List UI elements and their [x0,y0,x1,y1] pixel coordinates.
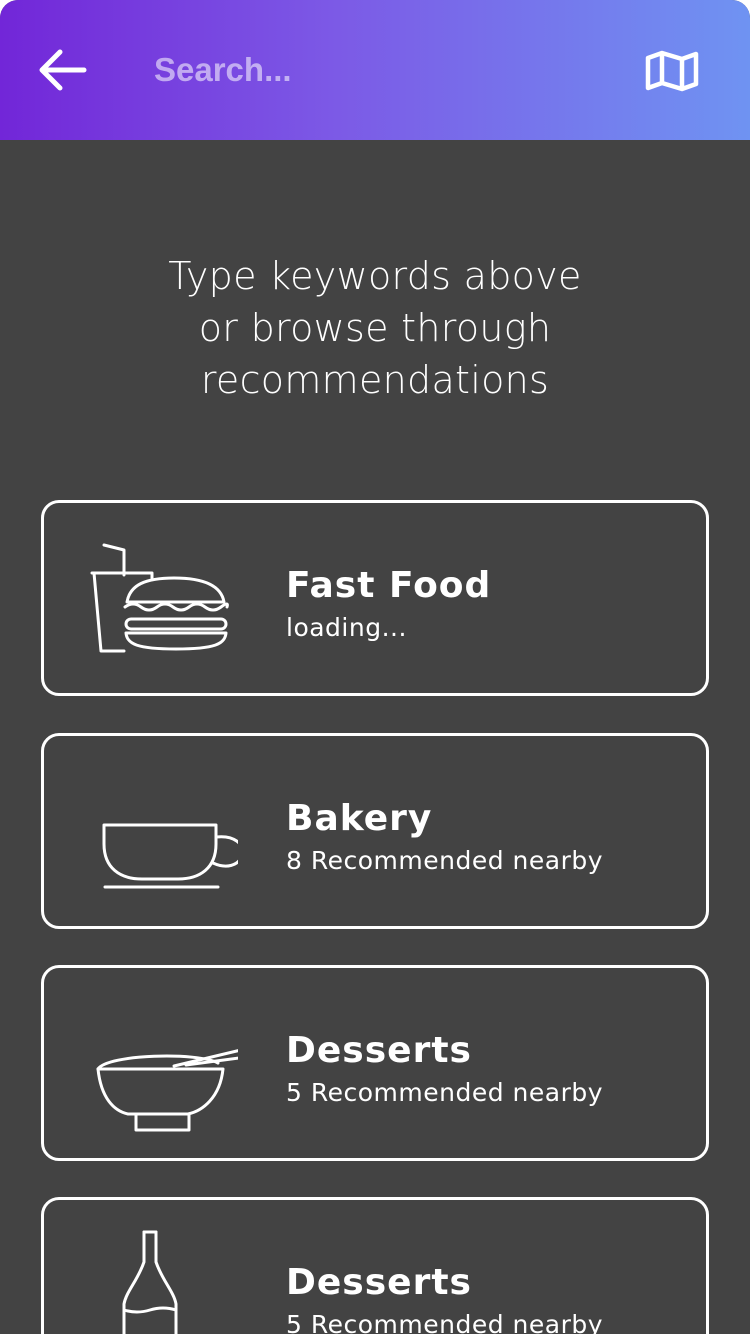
category-subtitle: loading... [286,613,407,642]
category-title: Desserts [286,1262,472,1303]
search-input[interactable] [154,44,594,96]
category-card-desserts-2[interactable]: Desserts 5 Recommended nearby [41,1197,709,1334]
search-header [0,0,750,140]
browse-prompt: Type keywords above or browse through re… [0,250,750,406]
map-icon [645,50,699,92]
coffee-cup-icon [102,823,238,889]
category-card-bakery[interactable]: Bakery 8 Recommended nearby [41,733,709,929]
category-subtitle: 8 Recommended nearby [286,846,604,875]
prompt-line: recommendations [200,358,550,402]
bottle-icon [122,1230,178,1334]
category-subtitle: 5 Recommended nearby [286,1310,604,1334]
prompt-line: or browse through [198,306,552,350]
search-screen: Type keywords above or browse through re… [0,0,750,1334]
arrow-left-icon [39,49,87,91]
category-card-desserts[interactable]: Desserts 5 Recommended nearby [41,965,709,1161]
category-title: Fast Food [286,565,492,606]
prompt-line: Type keywords above [168,254,582,298]
category-subtitle: 5 Recommended nearby [286,1078,604,1107]
category-title: Desserts [286,1030,472,1071]
map-button[interactable] [636,40,708,102]
category-card-fast-food[interactable]: Fast Food loading... [41,500,709,696]
category-title: Bakery [286,798,433,839]
back-button[interactable] [26,38,98,102]
burger-drink-icon [90,543,229,653]
bowl-chopsticks-icon [96,1049,238,1132]
